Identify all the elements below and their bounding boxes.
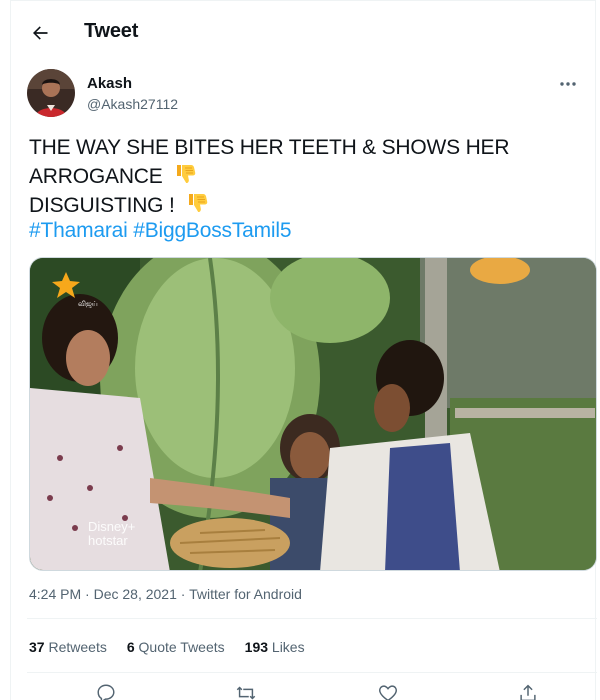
hashtag-link[interactable]: #BiggBossTamil5 <box>133 219 291 242</box>
svg-text:விஜய்: விஜய் <box>78 301 98 309</box>
retweets-stat[interactable]: 37 Retweets <box>29 639 107 655</box>
divider <box>27 618 597 619</box>
retweet-button[interactable] <box>235 682 259 700</box>
reply-icon <box>97 684 115 700</box>
tweet-text-line-2: ARROGANCE <box>29 162 569 191</box>
retweets-count: 37 <box>29 639 45 655</box>
tweet-source[interactable]: Twitter for Android <box>189 586 302 602</box>
retweets-label: Retweets <box>48 639 107 655</box>
tweet-stats: 37 Retweets 6 Quote Tweets 193 Likes <box>29 639 305 655</box>
more-horizontal-icon <box>560 82 576 86</box>
tweet-text-line-3: DISGUISTING ! <box>29 191 569 220</box>
tweet-text-line-2-text: ARROGANCE <box>29 165 163 188</box>
likes-label: Likes <box>271 639 305 655</box>
divider <box>27 672 597 673</box>
page-title: Tweet <box>84 20 139 42</box>
thumbs-down-emoji <box>189 194 208 212</box>
meta-separator: · <box>85 586 90 602</box>
media-watermark: Disney+ hotstar <box>88 519 136 548</box>
share-button[interactable] <box>517 682 541 700</box>
tweet-time: 4:24 PM <box>29 586 82 602</box>
tweet-text: THE WAY SHE BITES HER TEETH & SHOWS HER … <box>29 133 569 220</box>
tweet-media-image[interactable]: விஜய் Disney+ hotstar <box>29 257 597 571</box>
tweet-detail-panel: Tweet Akash @Akash27112 THE WAY SHE BITE… <box>10 0 597 700</box>
share-icon <box>520 684 536 700</box>
author-name[interactable]: Akash <box>87 75 132 92</box>
likes-stat[interactable]: 193 Likes <box>245 639 305 655</box>
meta-separator: · <box>180 586 186 602</box>
quote-tweets-stat[interactable]: 6 Quote Tweets <box>127 639 225 655</box>
quote-tweets-label: Quote Tweets <box>138 639 225 655</box>
thumbs-down-emoji <box>177 165 196 183</box>
reply-button[interactable] <box>95 682 119 700</box>
author-handle[interactable]: @Akash27112 <box>87 96 178 112</box>
tweet-text-line-1: THE WAY SHE BITES HER TEETH & SHOWS HER <box>29 136 510 159</box>
avatar[interactable] <box>27 69 75 117</box>
tweet-author: Akash @Akash27112 <box>27 69 581 121</box>
tweet-actions <box>27 682 597 700</box>
top-bar: Tweet <box>11 1 597 63</box>
hashtag-link[interactable]: #Thamarai <box>29 219 128 242</box>
like-button[interactable] <box>377 682 401 700</box>
more-button[interactable] <box>555 73 581 95</box>
heart-icon <box>379 685 397 700</box>
tweet-date: Dec 28, 2021 <box>93 586 177 602</box>
likes-count: 193 <box>244 639 269 655</box>
arrow-left-icon <box>33 26 48 40</box>
quote-tweets-count: 6 <box>126 639 135 655</box>
retweet-icon <box>236 686 256 700</box>
tweet-metadata: 4:24 PM · Dec 28, 2021 · Twitter for And… <box>29 586 302 602</box>
tweet-hashtags: #Thamarai #BiggBossTamil5 <box>29 219 292 243</box>
tweet-text-line-3-text: DISGUISTING ! <box>29 194 175 217</box>
back-button[interactable] <box>27 20 53 46</box>
